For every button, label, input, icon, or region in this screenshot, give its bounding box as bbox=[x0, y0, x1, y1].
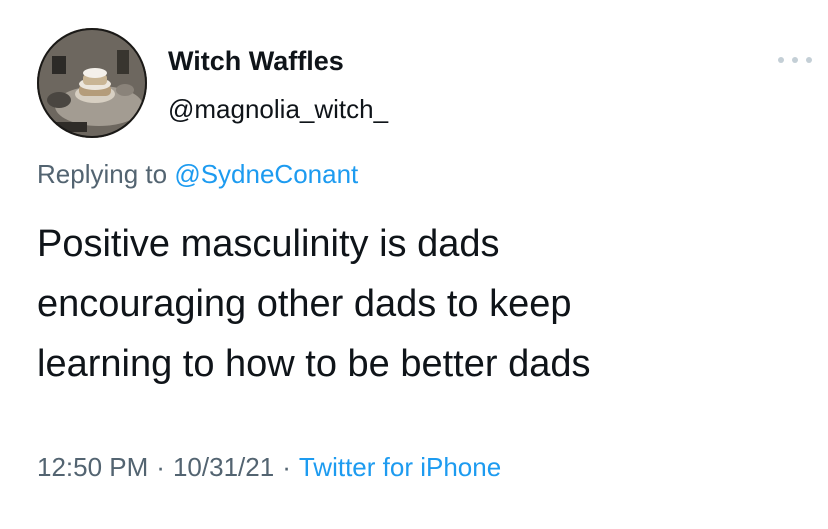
tweet-source-link[interactable]: Twitter for iPhone bbox=[299, 452, 501, 482]
replying-to-label: Replying to bbox=[37, 159, 168, 189]
more-horizontal-icon bbox=[778, 57, 784, 63]
tweet-date[interactable]: 10/31/21 bbox=[173, 452, 274, 482]
reply-mention-link[interactable]: @SydneConant bbox=[174, 159, 358, 189]
tweet-text-line: encouraging other dads to keep bbox=[37, 283, 572, 325]
avatar[interactable] bbox=[37, 28, 147, 138]
tweet-time[interactable]: 12:50 PM bbox=[37, 452, 148, 482]
replying-to-line: Replying to @SydneConant bbox=[37, 159, 358, 190]
more-options-button[interactable] bbox=[778, 48, 812, 72]
avatar-photo-icon bbox=[37, 28, 147, 138]
tweet-metadata: 12:50 PM · 10/31/21 · Twitter for iPhone bbox=[37, 452, 501, 483]
tweet-card: Witch Waffles @magnolia_witch_ Replying … bbox=[0, 0, 828, 529]
tweet-text-line: Positive masculinity is dads bbox=[37, 223, 500, 265]
meta-separator: · bbox=[282, 452, 291, 482]
author-display-name[interactable]: Witch Waffles bbox=[168, 46, 344, 77]
tweet-text-line: learning to how to be better dads bbox=[37, 343, 591, 385]
meta-separator: · bbox=[156, 452, 165, 482]
more-horizontal-icon-dot bbox=[792, 57, 798, 63]
author-handle[interactable]: @magnolia_witch_ bbox=[168, 94, 388, 125]
more-horizontal-icon-dot bbox=[806, 57, 812, 63]
tweet-text: Positive masculinity is dads encouraging… bbox=[37, 214, 797, 394]
